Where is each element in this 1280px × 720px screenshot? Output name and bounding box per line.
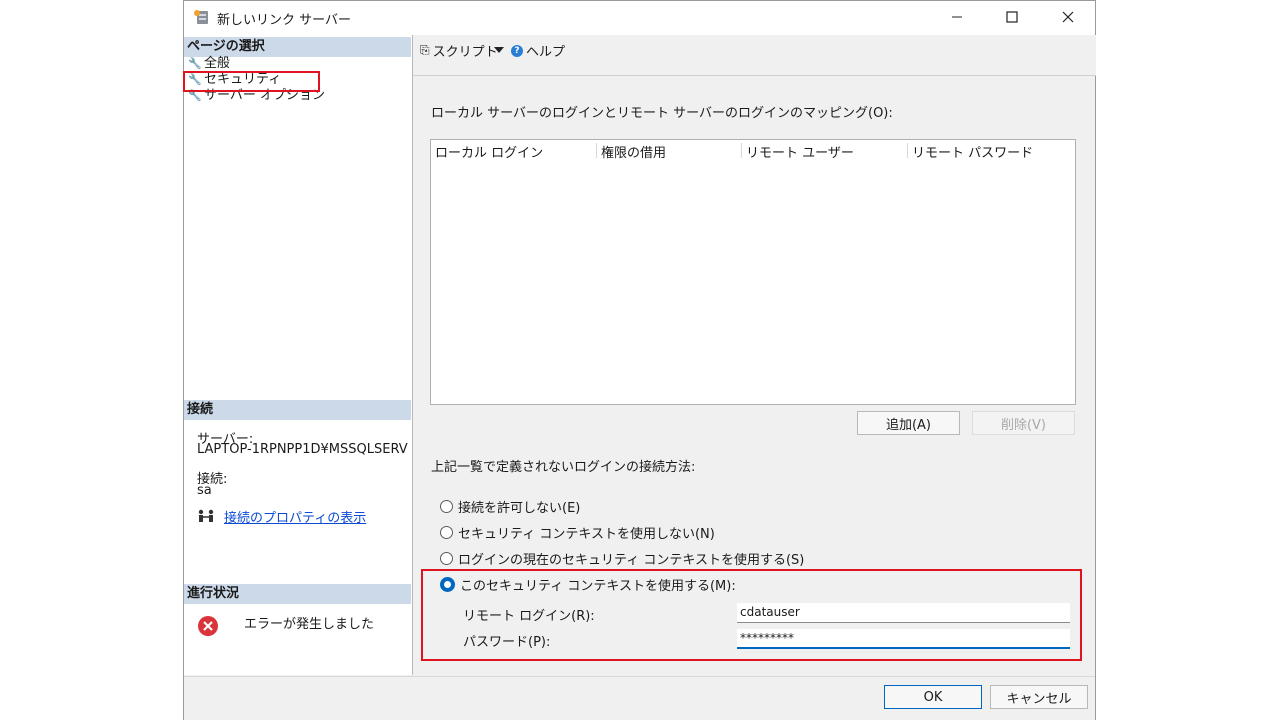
login-mapping-grid[interactable]: ローカル ログイン 権限の借用 リモート ユーザー リモート パスワード [430,139,1076,405]
radio-no-connection[interactable]: 接続を許可しない(E) [440,497,580,516]
help-button[interactable]: ? ヘルプ [511,41,565,60]
left-pane: ページの選択 🔧 全般 🔧 セキュリティ 🔧 サーバー オプション 接続 サーバ… [184,35,413,675]
help-icon: ? [511,44,523,57]
security-context-highlight-box [421,569,1082,661]
close-icon [1062,11,1074,23]
grid-header-remote-user: リモート ユーザー [746,146,854,161]
progress-status: エラーが発生しました [244,617,375,632]
radio-button[interactable] [440,500,453,513]
minimize-icon [952,16,962,18]
error-icon [197,615,219,641]
grid-header-local-login: ローカル ログイン [435,146,544,161]
close-button[interactable] [1055,5,1081,29]
grid-header-remote-password: リモート パスワード [912,146,1034,161]
radio-no-security-context[interactable]: セキュリティ コンテキストを使用しない(N) [440,523,715,542]
script-label: スクリプト [432,45,498,60]
cancel-button[interactable]: キャンセル [990,685,1088,709]
script-icon: ⎘ [420,43,430,57]
minimize-button[interactable] [944,5,970,29]
server-value: LAPTOP-1RPNPP1D¥MSSQLSERV [197,442,408,457]
help-label: ヘルプ [526,45,566,60]
ok-button[interactable]: OK [884,685,982,709]
nav-item-label: 全般 [204,56,231,71]
view-connection-properties-link[interactable]: 接続のプロパティの表示 [224,507,366,526]
script-button[interactable]: ⎘ スクリプト [420,41,498,60]
grid-header-impersonate: 権限の借用 [601,146,667,161]
maximize-button[interactable] [999,5,1025,29]
add-button[interactable]: 追加(A) [857,411,960,435]
maximize-icon [1006,11,1018,23]
radio-button[interactable] [440,552,453,565]
radio-label: ログインの現在のセキュリティ コンテキストを使用する(S) [458,553,805,568]
security-highlight-box [183,71,320,92]
progress-header: 進行状況 [184,584,411,604]
radio-label: セキュリティ コンテキストを使用しない(N) [458,527,715,542]
grid-column-divider [596,143,597,158]
window-title: 新しいリンク サーバー [217,13,352,28]
delete-button[interactable]: 削除(V) [972,411,1075,435]
wrench-icon: 🔧 [188,57,202,70]
connection-header: 接続 [184,400,411,420]
grid-column-divider [741,143,742,158]
linked-server-icon [193,9,211,25]
page-select-header: ページの選択 [184,37,411,57]
connection-properties-icon [196,509,216,527]
login-mapping-label: ローカル サーバーのログインとリモート サーバーのログインのマッピング(O): [431,106,893,121]
radio-label: 接続を許可しない(E) [458,501,581,516]
connection-value: sa [197,483,212,498]
nav-item-general[interactable]: 🔧 全般 [188,56,230,72]
grid-column-divider [907,143,908,158]
radio-button[interactable] [440,526,453,539]
script-dropdown-icon[interactable] [494,43,504,58]
radio-current-security-context[interactable]: ログインの現在のセキュリティ コンテキストを使用する(S) [440,549,804,568]
undefined-login-label: 上記一覧で定義されないログインの接続方法: [431,460,696,475]
